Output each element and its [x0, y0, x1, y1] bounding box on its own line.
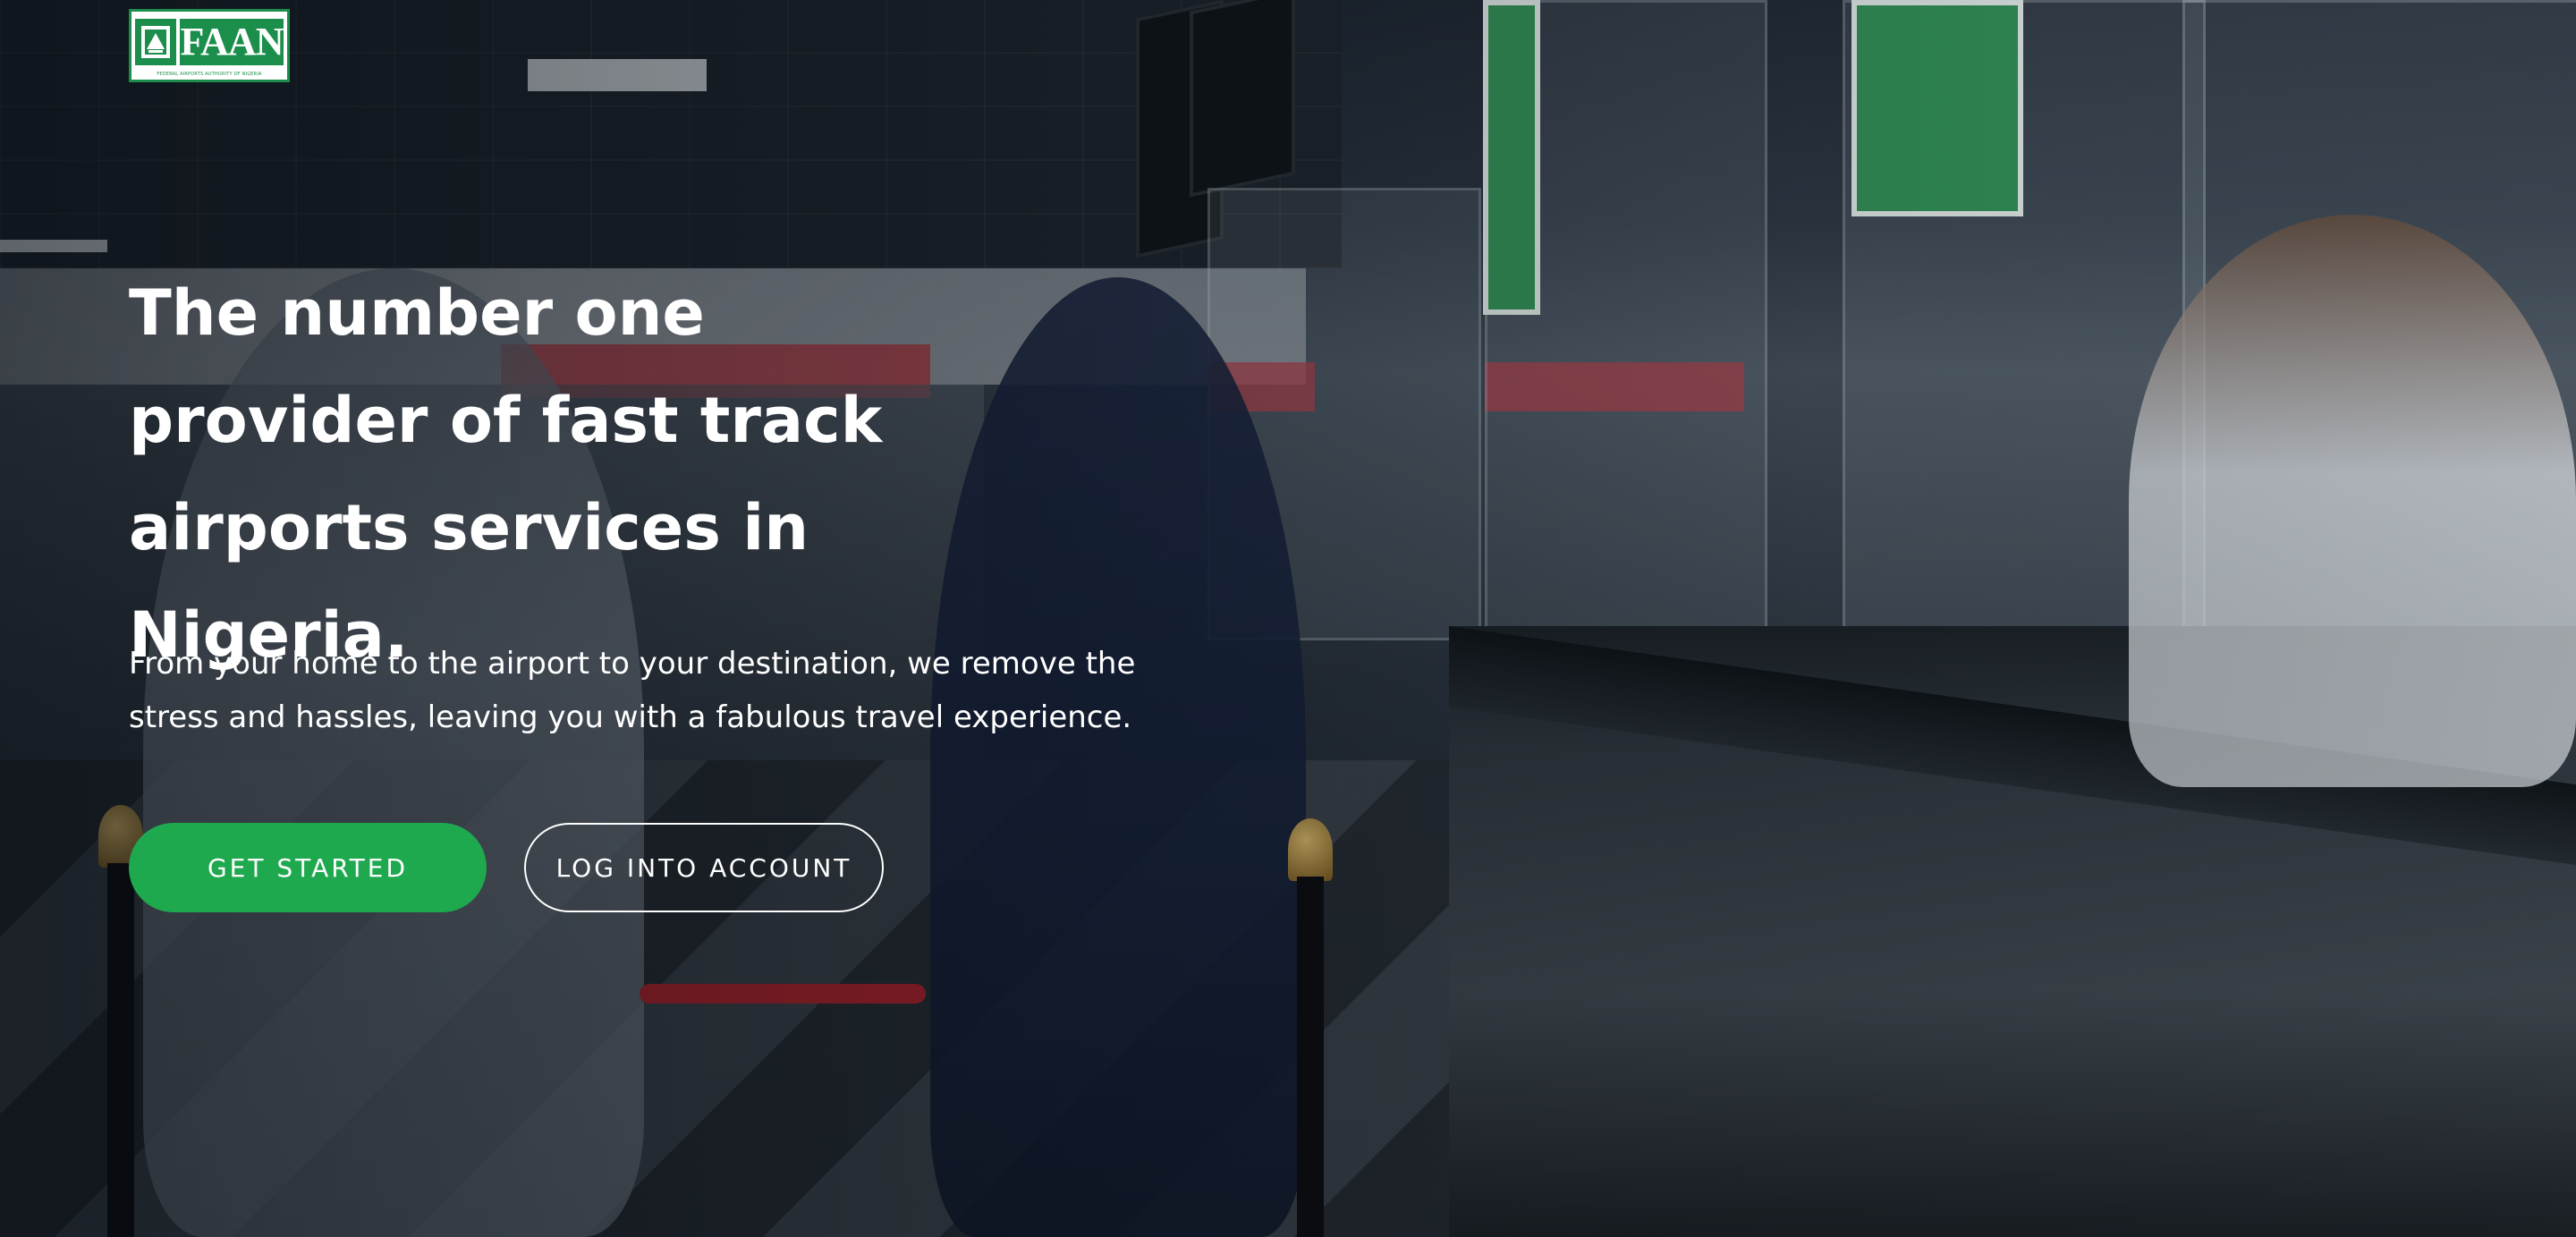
description-line: From your home to the airport to your de… [129, 646, 1136, 682]
headline-line: provider of fast track [129, 384, 883, 457]
logo-wordmark: FAAN [180, 18, 284, 65]
logo-main: FAAN [131, 12, 287, 69]
get-started-button[interactable]: GET STARTED [129, 823, 487, 912]
airport-emblem-icon [135, 18, 176, 65]
logo-subtitle: FEDERAL AIRPORTS AUTHORITY OF NIGERIA [157, 72, 262, 78]
hero-description: From your home to the airport to your de… [129, 637, 1157, 744]
hero-headline: The number one provider of fast track ai… [129, 259, 1068, 689]
log-into-account-button[interactable]: LOG INTO ACCOUNT [524, 823, 884, 912]
headline-line: The number one [129, 276, 705, 350]
hero-section: FAAN FEDERAL AIRPORTS AUTHORITY OF NIGER… [0, 0, 2576, 1237]
description-line: stress and hassles, leaving you with a f… [129, 699, 1132, 735]
faan-logo[interactable]: FAAN FEDERAL AIRPORTS AUTHORITY OF NIGER… [129, 9, 290, 82]
